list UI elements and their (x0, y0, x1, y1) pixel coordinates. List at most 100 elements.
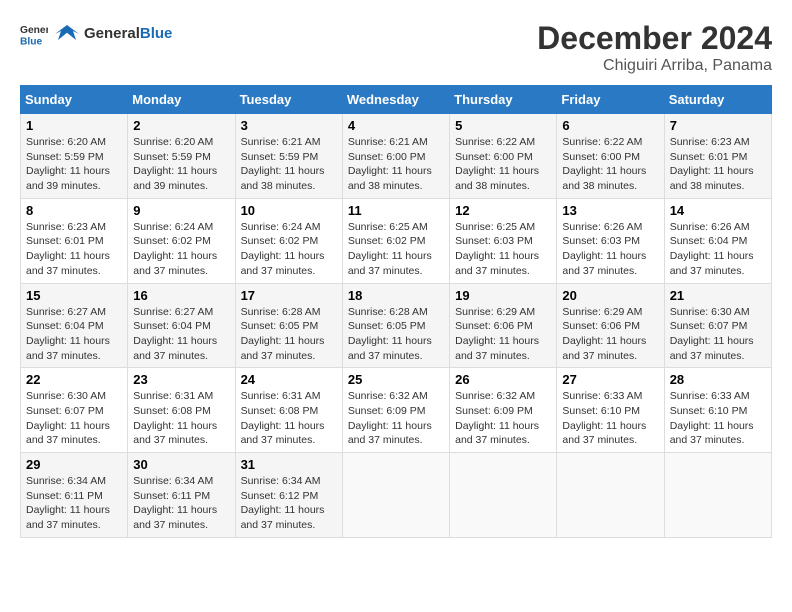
calendar-week-row: 1 Sunrise: 6:20 AMSunset: 5:59 PMDayligh… (21, 114, 772, 199)
day-info: Sunrise: 6:32 AMSunset: 6:09 PMDaylight:… (455, 390, 539, 446)
day-number: 12 (455, 203, 551, 218)
day-cell-28: 28 Sunrise: 6:33 AMSunset: 6:10 PMDaylig… (664, 368, 771, 453)
svg-text:General: General (20, 25, 48, 36)
day-cell-4: 4 Sunrise: 6:21 AMSunset: 6:00 PMDayligh… (342, 114, 449, 199)
weekday-header-tuesday: Tuesday (235, 86, 342, 114)
day-cell-18: 18 Sunrise: 6:28 AMSunset: 6:05 PMDaylig… (342, 283, 449, 368)
day-info: Sunrise: 6:27 AMSunset: 6:04 PMDaylight:… (133, 306, 217, 362)
day-cell-11: 11 Sunrise: 6:25 AMSunset: 6:02 PMDaylig… (342, 198, 449, 283)
day-number: 19 (455, 288, 551, 303)
day-number: 29 (26, 457, 122, 472)
weekday-header-monday: Monday (128, 86, 235, 114)
day-cell-14: 14 Sunrise: 6:26 AMSunset: 6:04 PMDaylig… (664, 198, 771, 283)
day-info: Sunrise: 6:34 AMSunset: 6:11 PMDaylight:… (133, 475, 217, 531)
day-info: Sunrise: 6:31 AMSunset: 6:08 PMDaylight:… (133, 390, 217, 446)
day-cell-7: 7 Sunrise: 6:23 AMSunset: 6:01 PMDayligh… (664, 114, 771, 199)
day-cell-8: 8 Sunrise: 6:23 AMSunset: 6:01 PMDayligh… (21, 198, 128, 283)
day-number: 26 (455, 372, 551, 387)
day-number: 5 (455, 118, 551, 133)
day-info: Sunrise: 6:20 AMSunset: 5:59 PMDaylight:… (26, 136, 110, 192)
day-number: 25 (348, 372, 444, 387)
logo-text-general: General (84, 25, 140, 42)
day-cell-10: 10 Sunrise: 6:24 AMSunset: 6:02 PMDaylig… (235, 198, 342, 283)
day-number: 6 (562, 118, 658, 133)
day-number: 21 (670, 288, 766, 303)
day-cell-2: 2 Sunrise: 6:20 AMSunset: 5:59 PMDayligh… (128, 114, 235, 199)
empty-day-cell (557, 453, 664, 538)
day-info: Sunrise: 6:24 AMSunset: 6:02 PMDaylight:… (133, 221, 217, 277)
day-info: Sunrise: 6:21 AMSunset: 6:00 PMDaylight:… (348, 136, 432, 192)
day-number: 7 (670, 118, 766, 133)
day-cell-21: 21 Sunrise: 6:30 AMSunset: 6:07 PMDaylig… (664, 283, 771, 368)
day-number: 17 (241, 288, 337, 303)
day-info: Sunrise: 6:34 AMSunset: 6:12 PMDaylight:… (241, 475, 325, 531)
day-cell-23: 23 Sunrise: 6:31 AMSunset: 6:08 PMDaylig… (128, 368, 235, 453)
day-cell-25: 25 Sunrise: 6:32 AMSunset: 6:09 PMDaylig… (342, 368, 449, 453)
weekday-header-thursday: Thursday (450, 86, 557, 114)
calendar-week-row: 29 Sunrise: 6:34 AMSunset: 6:11 PMDaylig… (21, 453, 772, 538)
day-number: 13 (562, 203, 658, 218)
day-number: 24 (241, 372, 337, 387)
day-info: Sunrise: 6:23 AMSunset: 6:01 PMDaylight:… (26, 221, 110, 277)
day-number: 31 (241, 457, 337, 472)
day-cell-30: 30 Sunrise: 6:34 AMSunset: 6:11 PMDaylig… (128, 453, 235, 538)
calendar-week-row: 22 Sunrise: 6:30 AMSunset: 6:07 PMDaylig… (21, 368, 772, 453)
day-number: 14 (670, 203, 766, 218)
day-info: Sunrise: 6:22 AMSunset: 6:00 PMDaylight:… (455, 136, 539, 192)
day-info: Sunrise: 6:24 AMSunset: 6:02 PMDaylight:… (241, 221, 325, 277)
calendar-week-row: 15 Sunrise: 6:27 AMSunset: 6:04 PMDaylig… (21, 283, 772, 368)
calendar-table: SundayMondayTuesdayWednesdayThursdayFrid… (20, 85, 772, 538)
day-number: 10 (241, 203, 337, 218)
calendar-week-row: 8 Sunrise: 6:23 AMSunset: 6:01 PMDayligh… (21, 198, 772, 283)
logo-text-blue: Blue (140, 25, 173, 42)
day-info: Sunrise: 6:22 AMSunset: 6:00 PMDaylight:… (562, 136, 646, 192)
weekday-header-sunday: Sunday (21, 86, 128, 114)
day-info: Sunrise: 6:28 AMSunset: 6:05 PMDaylight:… (241, 306, 325, 362)
day-number: 27 (562, 372, 658, 387)
logo-icon: General Blue (20, 20, 48, 48)
logo-bird-icon (52, 20, 82, 48)
day-cell-5: 5 Sunrise: 6:22 AMSunset: 6:00 PMDayligh… (450, 114, 557, 199)
day-info: Sunrise: 6:32 AMSunset: 6:09 PMDaylight:… (348, 390, 432, 446)
svg-text:Blue: Blue (20, 36, 43, 47)
day-info: Sunrise: 6:26 AMSunset: 6:04 PMDaylight:… (670, 221, 754, 277)
day-cell-1: 1 Sunrise: 6:20 AMSunset: 5:59 PMDayligh… (21, 114, 128, 199)
day-info: Sunrise: 6:30 AMSunset: 6:07 PMDaylight:… (26, 390, 110, 446)
day-number: 30 (133, 457, 229, 472)
day-cell-13: 13 Sunrise: 6:26 AMSunset: 6:03 PMDaylig… (557, 198, 664, 283)
logo: General Blue GeneralBlue (20, 20, 172, 48)
weekday-header-row: SundayMondayTuesdayWednesdayThursdayFrid… (21, 86, 772, 114)
day-number: 16 (133, 288, 229, 303)
day-info: Sunrise: 6:25 AMSunset: 6:03 PMDaylight:… (455, 221, 539, 277)
month-title: December 2024 (537, 20, 772, 57)
day-number: 23 (133, 372, 229, 387)
day-info: Sunrise: 6:29 AMSunset: 6:06 PMDaylight:… (562, 306, 646, 362)
day-number: 2 (133, 118, 229, 133)
day-info: Sunrise: 6:33 AMSunset: 6:10 PMDaylight:… (562, 390, 646, 446)
day-info: Sunrise: 6:27 AMSunset: 6:04 PMDaylight:… (26, 306, 110, 362)
weekday-header-saturday: Saturday (664, 86, 771, 114)
empty-day-cell (450, 453, 557, 538)
day-number: 15 (26, 288, 122, 303)
day-info: Sunrise: 6:33 AMSunset: 6:10 PMDaylight:… (670, 390, 754, 446)
day-info: Sunrise: 6:30 AMSunset: 6:07 PMDaylight:… (670, 306, 754, 362)
day-number: 28 (670, 372, 766, 387)
day-cell-6: 6 Sunrise: 6:22 AMSunset: 6:00 PMDayligh… (557, 114, 664, 199)
day-info: Sunrise: 6:23 AMSunset: 6:01 PMDaylight:… (670, 136, 754, 192)
day-number: 4 (348, 118, 444, 133)
day-cell-27: 27 Sunrise: 6:33 AMSunset: 6:10 PMDaylig… (557, 368, 664, 453)
day-cell-12: 12 Sunrise: 6:25 AMSunset: 6:03 PMDaylig… (450, 198, 557, 283)
day-cell-16: 16 Sunrise: 6:27 AMSunset: 6:04 PMDaylig… (128, 283, 235, 368)
day-info: Sunrise: 6:21 AMSunset: 5:59 PMDaylight:… (241, 136, 325, 192)
day-info: Sunrise: 6:31 AMSunset: 6:08 PMDaylight:… (241, 390, 325, 446)
day-info: Sunrise: 6:25 AMSunset: 6:02 PMDaylight:… (348, 221, 432, 277)
location-title: Chiguiri Arriba, Panama (537, 57, 772, 75)
day-number: 18 (348, 288, 444, 303)
day-cell-22: 22 Sunrise: 6:30 AMSunset: 6:07 PMDaylig… (21, 368, 128, 453)
day-info: Sunrise: 6:28 AMSunset: 6:05 PMDaylight:… (348, 306, 432, 362)
day-number: 9 (133, 203, 229, 218)
day-cell-20: 20 Sunrise: 6:29 AMSunset: 6:06 PMDaylig… (557, 283, 664, 368)
title-block: December 2024 Chiguiri Arriba, Panama (537, 20, 772, 75)
day-cell-24: 24 Sunrise: 6:31 AMSunset: 6:08 PMDaylig… (235, 368, 342, 453)
day-number: 22 (26, 372, 122, 387)
